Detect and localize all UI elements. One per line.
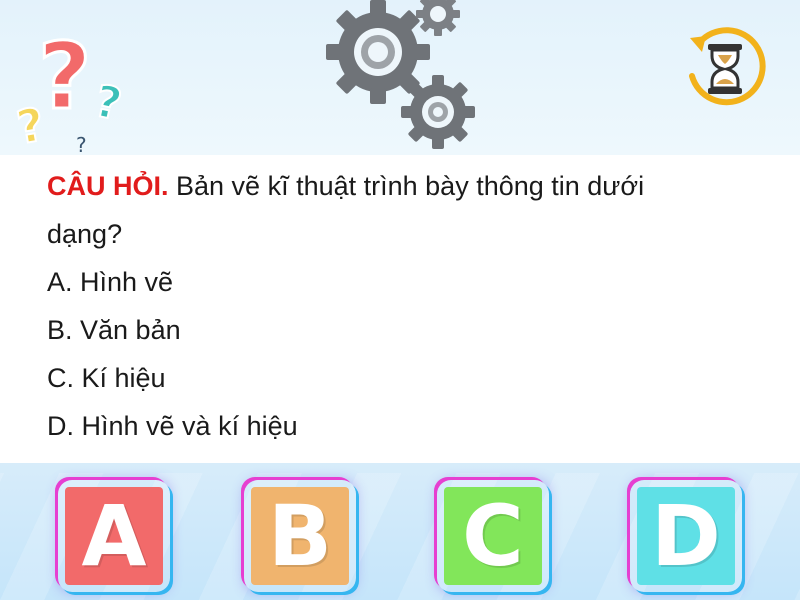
answer-tile-b: B bbox=[251, 487, 349, 585]
answer-letter-a: A bbox=[81, 487, 147, 585]
option-c: C. Kí hiệu bbox=[47, 363, 166, 393]
answer-button-d[interactable]: D bbox=[630, 480, 742, 592]
svg-text:?: ? bbox=[90, 76, 126, 131]
header-banner: ? ? ? ? bbox=[0, 0, 800, 155]
answer-button-c[interactable]: C bbox=[437, 480, 549, 592]
svg-text:?: ? bbox=[38, 23, 91, 130]
answer-tile-a: A bbox=[65, 487, 163, 585]
answer-button-b[interactable]: B bbox=[244, 480, 356, 592]
question-block: CÂU HỎI. Bản vẽ kĩ thuật trình bày thông… bbox=[47, 162, 767, 450]
option-b: B. Văn bản bbox=[47, 315, 181, 345]
question-marks-icon: ? ? ? ? bbox=[12, 22, 127, 156]
question-label: CÂU HỎI. bbox=[47, 171, 169, 201]
gears-icon bbox=[326, 0, 475, 149]
svg-text:?: ? bbox=[76, 133, 87, 155]
question-text-line-2: dạng? bbox=[47, 219, 123, 249]
option-d: D. Hình vẽ và kí hiệu bbox=[47, 411, 298, 441]
answer-button-a[interactable]: A bbox=[58, 480, 170, 592]
option-a: A. Hình vẽ bbox=[47, 267, 174, 297]
answer-letter-c: C bbox=[462, 487, 524, 585]
answer-tile-d: D bbox=[637, 487, 735, 585]
question-text-line-1: CÂU HỎI. Bản vẽ kĩ thuật trình bày thông… bbox=[47, 162, 767, 210]
answer-tile-c: C bbox=[444, 487, 542, 585]
question-text: Bản vẽ kĩ thuật trình bày thông tin dưới bbox=[176, 171, 645, 201]
answer-letter-b: B bbox=[267, 487, 333, 585]
hourglass-timer-icon bbox=[680, 24, 770, 114]
answer-letter-d: D bbox=[651, 487, 721, 585]
